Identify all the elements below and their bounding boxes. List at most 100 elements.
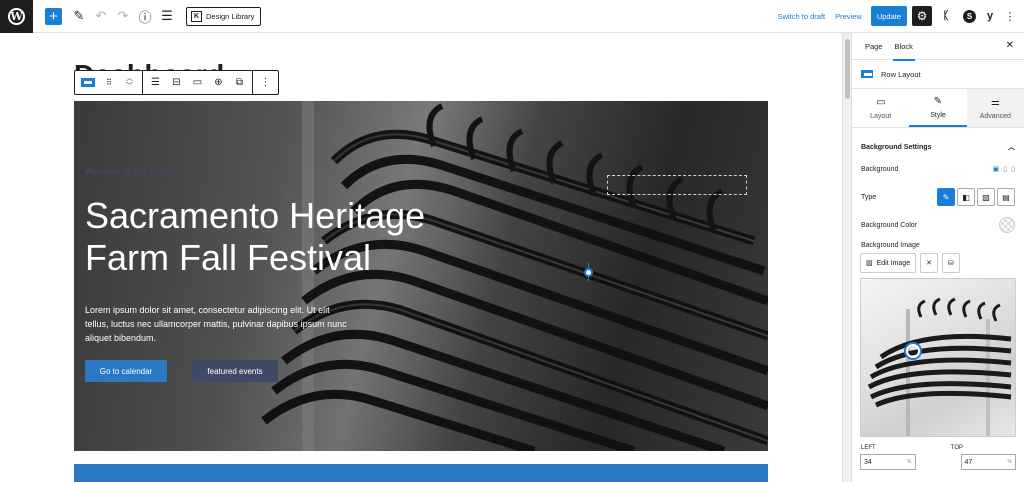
- background-color-label: Background Color: [861, 221, 918, 229]
- editor-app: W + ✎ ↶ ↷ ⓘ ☰ K Design Library Switch to…: [0, 0, 1024, 482]
- background-image-preview[interactable]: [860, 278, 1016, 437]
- plugin-circle-icon[interactable]: S: [963, 9, 976, 23]
- preview-button[interactable]: Preview: [830, 12, 867, 21]
- layout-icon: ▭: [875, 96, 886, 108]
- design-library-button[interactable]: K Design Library: [186, 6, 262, 26]
- options-kebab-icon[interactable]: ⋮: [1000, 10, 1020, 23]
- background-label: Background: [861, 165, 899, 173]
- hero-eyebrow[interactable]: Welcome To Our Festival: [85, 167, 180, 176]
- next-row-block[interactable]: [74, 464, 768, 482]
- tablet-icon[interactable]: ▯: [1003, 165, 1007, 173]
- tab-advanced-label: Advanced: [979, 112, 1011, 120]
- settings-sidebar: Page Block ✕ Row Layout ▭ Layout ✎ Style…: [851, 33, 1024, 482]
- tab-block[interactable]: Block: [889, 33, 919, 61]
- switch-to-draft-button[interactable]: Switch to draft: [773, 12, 831, 21]
- sidebar-tabs: Page Block ✕: [852, 33, 1024, 61]
- update-button[interactable]: Update: [870, 6, 907, 26]
- close-icon[interactable]: ✕: [1006, 40, 1014, 51]
- hanger-thumbnail: [867, 297, 1012, 436]
- focal-point-marker[interactable]: [584, 263, 593, 281]
- tab-layout[interactable]: ▭ Layout: [852, 89, 909, 127]
- block-toolbar-switcher-group: ⠿ ︿ ﹀: [75, 71, 143, 94]
- block-card-title: Row Layout: [881, 69, 921, 79]
- device-switcher: ▣ ▯ ▯: [993, 165, 1015, 173]
- add-block-button[interactable]: +: [45, 7, 62, 25]
- image-icon: ▨: [866, 260, 873, 267]
- yoast-seo-icon[interactable]: y: [980, 10, 1000, 22]
- more-options-icon[interactable]: ⋮: [257, 74, 274, 91]
- topbar-right-group: Switch to draft Preview Update ⚙ ᛕ S y ⋮: [773, 6, 1024, 26]
- move-up-down-icon[interactable]: ︿ ﹀: [121, 74, 138, 91]
- hero-row-layout[interactable]: Welcome To Our Festival Sacramento Herit…: [74, 101, 768, 451]
- canvas-scrollbar[interactable]: [842, 33, 851, 482]
- design-library-label: Design Library: [206, 11, 255, 21]
- copy-style-icon[interactable]: ⧉: [231, 74, 248, 91]
- left-input[interactable]: 34 %: [860, 454, 916, 470]
- video-icon[interactable]: ▤: [997, 188, 1015, 206]
- type-label: Type: [861, 193, 877, 201]
- background-row: Background ▣ ▯ ▯: [852, 160, 1024, 178]
- left-value: 34: [864, 458, 872, 466]
- hero-title[interactable]: Sacramento Heritage Farm Fall Festival: [85, 195, 515, 279]
- top-value: 47: [964, 458, 973, 466]
- color-picker-swatch[interactable]: [999, 217, 1015, 233]
- block-toolbar-layout-group: ☰ ⊟ ▭ ⊕ ⧉: [143, 71, 253, 94]
- classic-brush-icon[interactable]: ✎: [937, 188, 955, 206]
- info-icon[interactable]: ⓘ: [134, 7, 156, 26]
- settings-gear-icon[interactable]: ⚙: [912, 6, 932, 26]
- list-view-icon[interactable]: ☰: [156, 8, 178, 24]
- left-label: LEFT: [861, 445, 876, 451]
- block-card: Row Layout: [852, 60, 1024, 89]
- row-layout-icon: [861, 70, 873, 78]
- mobile-icon[interactable]: ▯: [1011, 165, 1015, 173]
- undo-icon[interactable]: ↶: [90, 8, 112, 24]
- tab-style-label: Style: [930, 111, 946, 119]
- add-column-icon[interactable]: ⊕: [210, 74, 227, 91]
- brush-icon: ✎: [933, 95, 943, 107]
- desktop-icon[interactable]: ▣: [993, 165, 1000, 173]
- top-toolbar: W + ✎ ↶ ↷ ⓘ ☰ K Design Library Switch to…: [0, 0, 1024, 33]
- sliders-icon: ⚌: [990, 96, 1000, 108]
- tab-style[interactable]: ✎ Style: [909, 89, 967, 127]
- top-input[interactable]: 47 %: [960, 454, 1016, 470]
- tab-advanced[interactable]: ⚌ Advanced: [966, 89, 1024, 127]
- background-settings-header[interactable]: Background Settings ︿: [852, 134, 1024, 160]
- database-icon[interactable]: ⛁: [941, 253, 960, 273]
- position-inputs: 34 % 47 %: [852, 454, 1024, 470]
- background-image-label: Background Image: [861, 242, 920, 249]
- top-unit: %: [1007, 459, 1012, 465]
- align-icon[interactable]: ☰: [147, 74, 164, 91]
- panel-tabs: ▭ Layout ✎ Style ⚌ Advanced: [852, 89, 1024, 128]
- kadence-icon: K: [191, 10, 202, 22]
- edit-image-label: Edit Image: [876, 259, 911, 267]
- remove-image-icon[interactable]: ✕: [920, 253, 938, 273]
- section-layout-icon[interactable]: ▭: [189, 74, 206, 91]
- block-toolbar: ⠿ ︿ ﹀ ☰ ⊟ ▭ ⊕ ⧉ ⋮: [74, 70, 279, 95]
- image-actions: ▨ Edit Image ✕ ⛁: [852, 253, 1024, 273]
- focal-point-picker[interactable]: [906, 344, 920, 358]
- editor-canvas: Dashboard ⠿ ︿﹀ ☰ ⊟ ▭ ⊕ ⧉ ⋮: [0, 33, 842, 482]
- redo-icon[interactable]: ↷: [112, 8, 134, 24]
- tab-page[interactable]: Page: [859, 33, 889, 60]
- section-title: Background Settings: [861, 143, 932, 151]
- go-to-calendar-button[interactable]: Go to calendar: [85, 360, 167, 382]
- scrollbar-thumb[interactable]: [845, 39, 850, 99]
- image-icon[interactable]: ▨: [977, 188, 995, 206]
- featured-events-button[interactable]: featured events: [192, 360, 278, 382]
- background-color-row: Background Color: [852, 216, 1024, 234]
- chevron-up-icon: ︿: [1008, 144, 1015, 151]
- row-layout-block-icon[interactable]: [79, 74, 96, 91]
- gradient-icon[interactable]: ◧: [957, 188, 975, 206]
- edit-pencil-icon[interactable]: ✎: [68, 8, 90, 24]
- column-layout-icon[interactable]: ⊟: [168, 74, 185, 91]
- kadence-blocks-icon[interactable]: ᛕ: [936, 10, 956, 22]
- left-unit: %: [907, 459, 912, 465]
- drag-handle-icon[interactable]: ⠿: [100, 74, 117, 91]
- wordpress-logo[interactable]: W: [0, 0, 33, 33]
- edit-image-button[interactable]: ▨ Edit Image: [860, 253, 917, 273]
- position-labels: LEFT TOP: [852, 445, 972, 451]
- empty-column-placeholder[interactable]: [607, 175, 747, 195]
- hero-body-text[interactable]: Lorem ipsum dolor sit amet, consectetur …: [85, 303, 347, 345]
- block-toolbar-more-group: ⋮: [253, 71, 278, 94]
- type-buttons: ✎ ◧ ▨ ▤: [937, 188, 1015, 206]
